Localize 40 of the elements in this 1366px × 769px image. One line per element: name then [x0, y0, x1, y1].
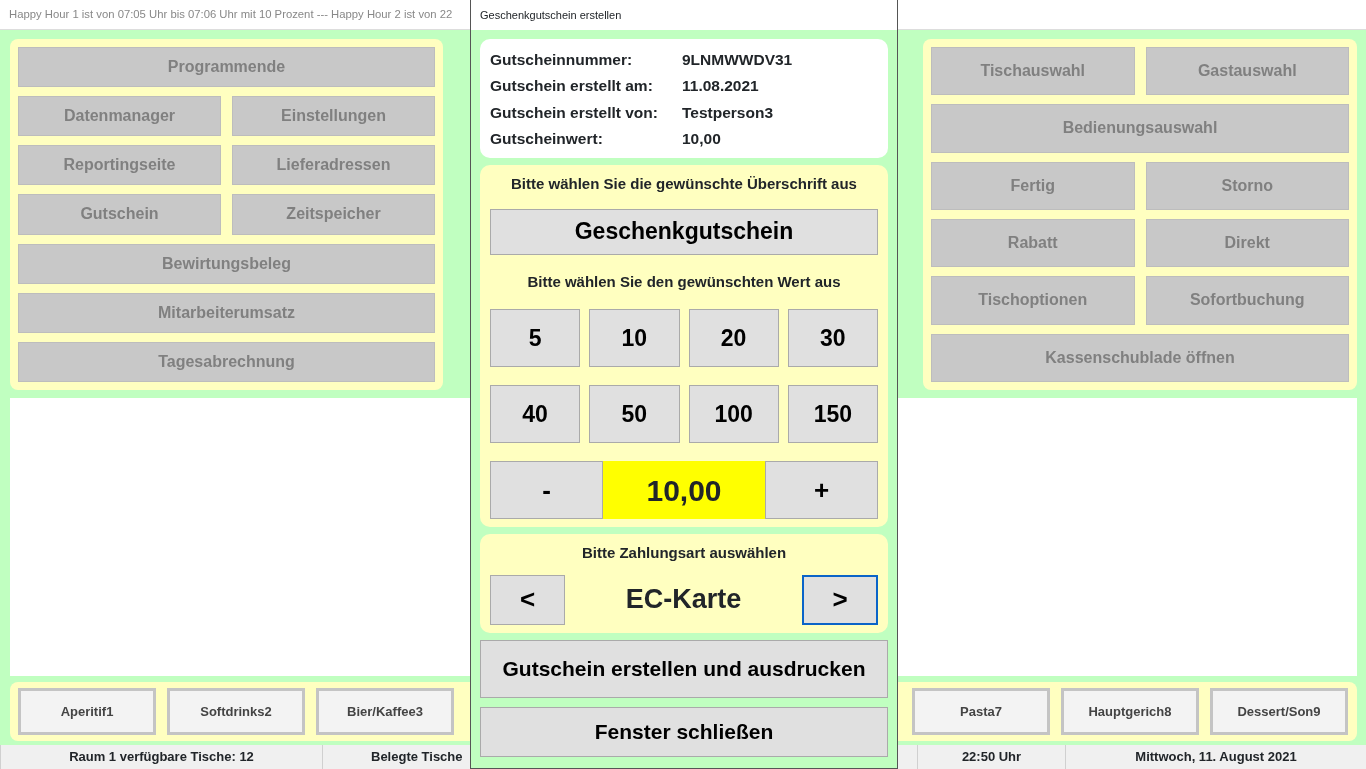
- value-button[interactable]: 20: [688, 309, 779, 367]
- close-window-button[interactable]: Fenster schließen: [480, 706, 888, 757]
- category-button[interactable]: Aperitif1: [18, 688, 156, 735]
- category-button[interactable]: Bier/Kaffee3: [316, 688, 454, 735]
- value-button[interactable]: 50: [589, 385, 680, 443]
- value-button[interactable]: 150: [787, 385, 878, 443]
- ticker-text: Happy Hour 1 ist von 07:05 Uhr bis 07:06 Uhr mit 10 Prozent --- Happy Hour 2 ist von 22: [9, 7, 453, 23]
- info-value: 9LNMWWDV31: [682, 50, 794, 70]
- amount-display: 10,00: [603, 461, 765, 519]
- value-button[interactable]: 10: [589, 309, 680, 367]
- info-value: 10,00: [682, 128, 722, 149]
- next-button[interactable]: >: [802, 574, 878, 625]
- category-button[interactable]: Dessert/Son9: [1210, 688, 1348, 735]
- category-button[interactable]: Pasta7: [912, 688, 1050, 735]
- value-button[interactable]: 40: [490, 385, 581, 443]
- heading-button[interactable]: Geschenkgutschein: [490, 208, 878, 255]
- increase-button[interactable]: +: [765, 461, 878, 519]
- decrease-button[interactable]: -: [490, 461, 603, 519]
- value-button[interactable]: 100: [688, 385, 779, 443]
- info-label: Gutschein erstellt am:: [490, 76, 654, 97]
- status-text: 22:50 Uhr: [961, 748, 1022, 767]
- value-button[interactable]: 30: [787, 309, 878, 367]
- info-label: Gutscheinwert:: [490, 128, 604, 149]
- category-button[interactable]: Hauptgerich8: [1061, 688, 1199, 735]
- status-text: Belegte Tische: [371, 748, 463, 767]
- status-text: Mittwoch, 11. August 2021: [1135, 748, 1297, 767]
- info-value: 11.08.2021: [682, 76, 760, 97]
- info-label: Gutscheinnummer:: [490, 50, 634, 70]
- value-button[interactable]: 5: [490, 309, 581, 367]
- prompt-text: Bitte wählen Sie den gewünschten Wert aus: [526, 271, 842, 292]
- payment-method: EC-Karte: [624, 583, 743, 617]
- category-button[interactable]: Softdrinks2: [167, 688, 305, 735]
- info-value: Testperson3: [682, 102, 775, 123]
- prompt-text: Bitte Zahlungsart auswählen: [580, 543, 788, 563]
- status-text: Raum 1 verfügbare Tische: 12: [69, 748, 254, 767]
- info-label: Gutschein erstellt von:: [490, 102, 659, 123]
- prompt-text: Bitte wählen Sie die gewünschte Überschrift aus: [510, 174, 858, 194]
- window-title: Geschenkgutschein erstellen: [480, 7, 622, 23]
- previous-button[interactable]: <: [490, 574, 565, 625]
- create-print-button[interactable]: Gutschein erstellen und ausdrucken: [480, 639, 888, 698]
